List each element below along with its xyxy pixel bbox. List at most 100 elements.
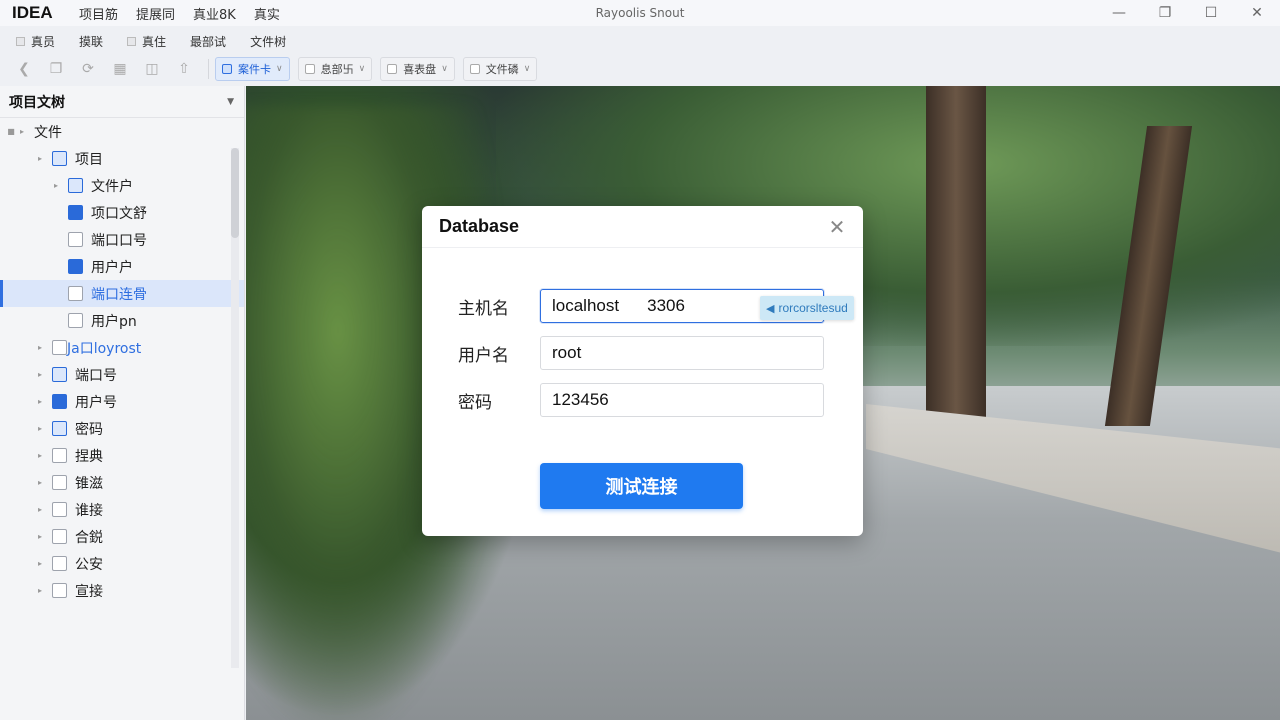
password-label: 密码 [458,392,492,413]
tree-item-label: 文件 [34,124,62,141]
chevron-down-icon: ∨ [441,64,448,74]
test-connection-button[interactable]: 测试连接 [540,463,743,509]
username-field[interactable]: root [540,336,824,370]
chevron-right-icon[interactable]: ▸ [34,532,46,541]
title-menu-item-2[interactable]: 提展同 [127,4,184,23]
tree-item-root[interactable]: ■ ▸ 文件 [0,118,244,145]
sidebar-header[interactable]: 项目文树 ▼ [0,86,244,118]
title-menu-item-1[interactable]: 项目筋 [70,4,127,23]
tree-item-label: 公安 [75,556,103,573]
refresh-icon[interactable]: ⟳ [78,59,98,79]
tree-item[interactable]: ▸ 捏典 [0,442,244,469]
tree-item[interactable]: 项口文舒 [0,199,244,226]
toolbar-dropdown-2[interactable]: 息部卐 ∨ [297,57,373,81]
dropdown-label: 息部卐 [320,63,354,76]
close-icon[interactable]: ✕ [827,217,847,237]
file-icon [68,313,83,328]
toolbar-dropdown-case[interactable]: 案件卡 ∨ [215,57,290,81]
sidebar-title: 项目文树 [9,94,65,111]
minimize-icon[interactable]: — [1096,0,1142,26]
tree-item[interactable]: 端口口号 [0,226,244,253]
tree-item-label: 用户号 [75,394,117,411]
menu-item-1[interactable]: 真员 [16,33,55,50]
host-label: 主机名 [458,298,509,319]
chevron-right-icon[interactable]: ▸ [16,127,28,136]
sidebar-scrollbar[interactable] [231,148,239,668]
chevron-right-icon[interactable]: ▸ [50,181,62,190]
username-value: root [552,343,582,362]
tree-item[interactable]: ▸ 文件户 [0,172,244,199]
menu-item-label: 真员 [31,34,56,49]
port-value: 3306 [647,296,685,315]
tree-item[interactable]: ▸ 宣接 [0,577,244,604]
user-row: 用户名 root [458,336,824,370]
tree-item-project[interactable]: ▸ 项目 [0,145,244,172]
menu-item-3[interactable]: 真住 [127,33,166,50]
tree-item[interactable]: ▸ Ja口loyrost [0,334,244,361]
file-icon [52,556,67,571]
toolbar-dropdown-3[interactable]: 喜表盘 ∨ [380,57,455,81]
file-icon [52,502,67,517]
chevron-down-icon: ∨ [276,64,283,74]
tree-trunk [926,86,986,426]
tree-item-label: 项口文舒 [91,205,147,222]
tree-item[interactable]: ▸ 用户号 [0,388,244,415]
chevron-down-icon[interactable]: ▼ [227,97,234,107]
scrollbar-thumb[interactable] [231,148,239,238]
back-icon[interactable]: ❮ [14,59,34,79]
chevron-right-icon[interactable]: ▸ [34,451,46,460]
dropdown-label: 喜表盘 [403,63,437,76]
chevron-down-icon: ∨ [523,64,531,74]
comment-icon[interactable]: ◫ [142,59,162,79]
menu-item-5[interactable]: 文件树 [250,33,286,50]
toolbar-dropdown-4[interactable]: 文件磷 ∨ [462,57,538,81]
chevron-right-icon[interactable]: ▸ [34,586,46,595]
menu-item-label: 最部试 [190,34,227,49]
chevron-right-icon[interactable]: ▸ [34,424,46,433]
menu-item-4[interactable]: 最部试 [190,33,226,50]
toolbar-divider [208,59,209,79]
tree-item[interactable]: ▸ 密码 [0,415,244,442]
tree-item[interactable]: ▸ 锥滋 [0,469,244,496]
file-icon [52,448,67,463]
menu-item-2[interactable]: 摸联 [79,33,103,50]
tree-item[interactable]: ▸ 端口号 [0,361,244,388]
title-menu: 项目筋 提展同 真业8K 真实 [70,4,289,23]
tree-item-label: 用户pn [91,313,137,330]
restore-icon[interactable]: ❐ [1142,0,1188,26]
dropdown-icon [222,64,232,74]
title-menu-item-4[interactable]: 真实 [245,4,289,23]
chevron-right-icon[interactable]: ▸ [34,505,46,514]
tree-item-label: 用户户 [91,259,133,276]
window-controls: — ❐ ☐ ✕ [1096,0,1280,26]
tree-item[interactable]: ▸ 公安 [0,550,244,577]
menu-bar: 真员 摸联 真住 最部试 文件树 [0,28,1280,54]
chevron-right-icon[interactable]: ▸ [34,397,46,406]
close-icon[interactable]: ✕ [1234,0,1280,26]
chevron-right-icon[interactable]: ▸ [34,154,46,163]
chevron-down-icon: ∨ [358,64,366,74]
tree-item[interactable]: 用户户 [0,253,244,280]
tree-item-label: 锥滋 [75,475,103,492]
menu-item-label: 真住 [142,34,167,49]
file-icon [68,178,83,193]
copy-icon[interactable]: ❐ [46,59,66,79]
chevron-right-icon[interactable]: ▸ [34,478,46,487]
chevron-right-icon[interactable]: ▸ [34,370,46,379]
tree-item[interactable]: ▸ 合鋭 [0,523,244,550]
tree-item-label: 端口连骨 [91,286,147,303]
chevron-right-icon[interactable]: ▸ [34,343,46,352]
autocomplete-suggestion[interactable]: ◀ rorcorsltesud [760,296,854,320]
tree-item[interactable]: ▸ 谁接 [0,496,244,523]
chevron-right-icon[interactable]: ▸ [34,559,46,568]
upload-icon[interactable]: ⇧ [174,59,194,79]
save-icon[interactable]: ▦ [110,59,130,79]
maximize-icon[interactable]: ☐ [1188,0,1234,26]
database-dialog: Database ✕ 主机名 localhost 3306 用户名 root 密… [422,206,863,536]
tree-item-selected[interactable]: 端口连骨 [0,280,244,307]
password-field[interactable]: 123456 [540,383,824,417]
tree-item[interactable]: 用户pn [0,307,244,334]
expand-icon[interactable]: ■ [6,127,16,136]
file-icon [52,583,67,598]
title-menu-item-3[interactable]: 真业8K [184,4,245,23]
